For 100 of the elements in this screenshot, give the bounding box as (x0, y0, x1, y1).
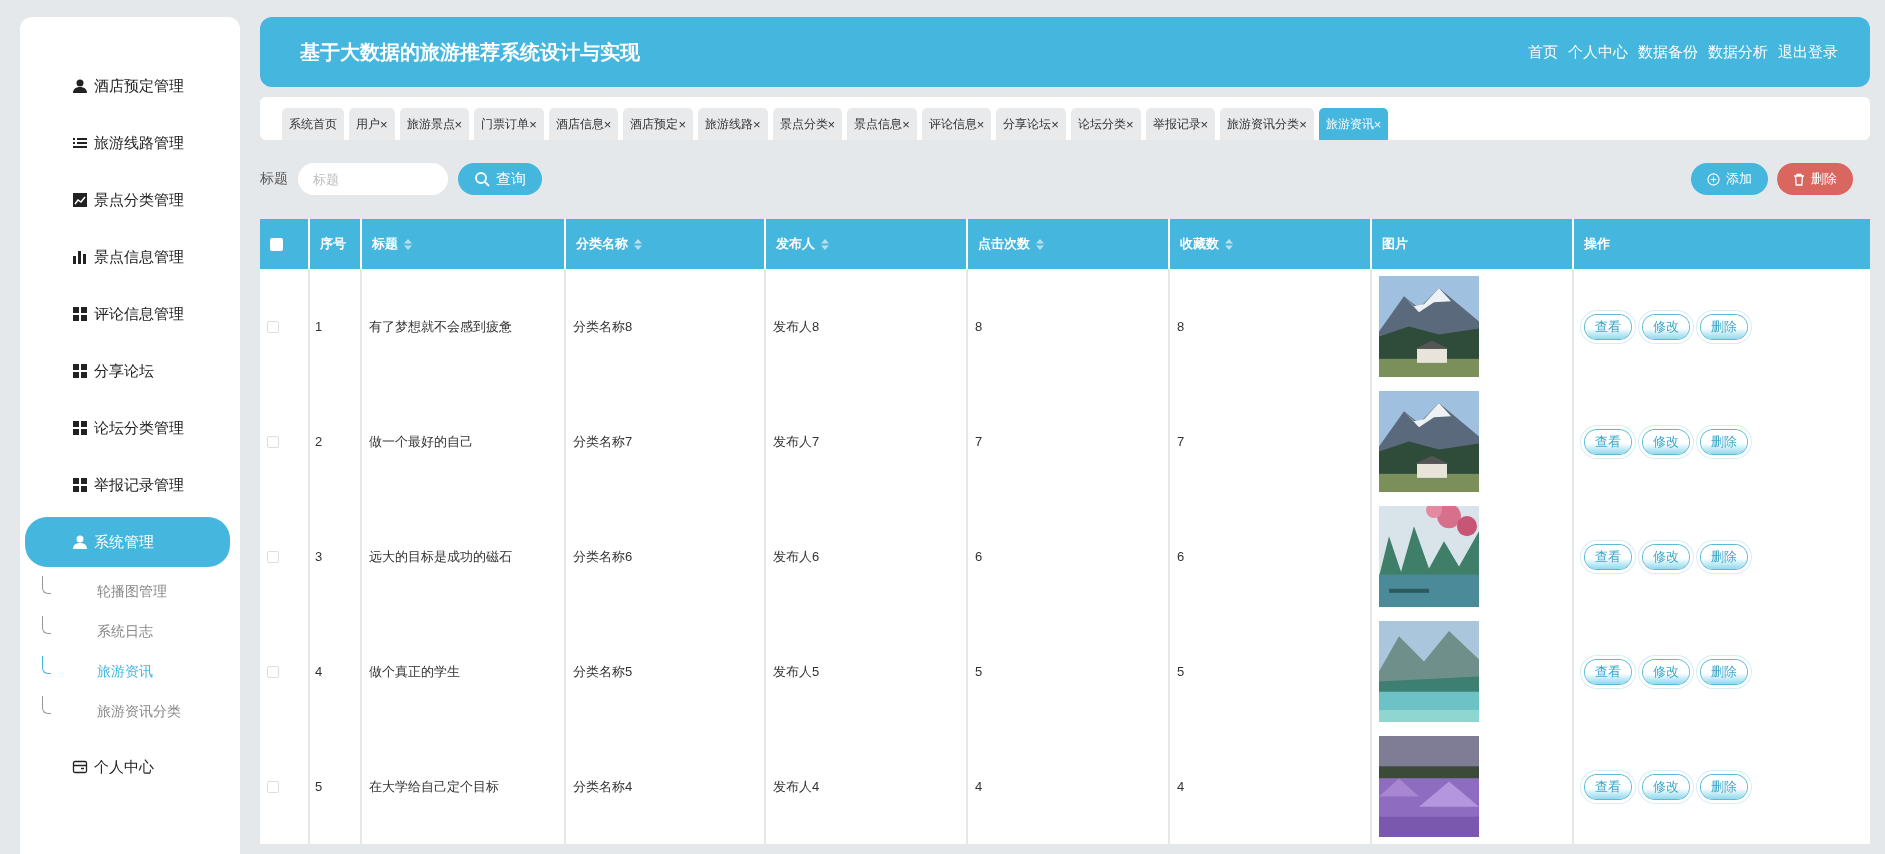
sidebar-item[interactable]: 个人中心 (25, 742, 230, 792)
table-cell: 1 (315, 319, 323, 334)
sidebar-item[interactable]: 酒店预定管理 (25, 61, 230, 111)
table-cell: 4 (1177, 779, 1185, 794)
close-icon[interactable]: × (1200, 116, 1209, 132)
tab[interactable]: 论坛分类× (1070, 108, 1141, 140)
close-icon[interactable]: × (902, 116, 910, 132)
table-cell: 发布人4 (773, 777, 820, 796)
trash-icon (1793, 172, 1805, 186)
tree-line (42, 656, 51, 674)
tab[interactable]: 景点分类× (772, 108, 843, 140)
select-all-checkbox[interactable] (270, 237, 283, 251)
sort-icon[interactable] (634, 238, 642, 250)
row-checkbox[interactable] (267, 435, 279, 448)
sidebar-item[interactable]: 景点信息管理 (25, 232, 230, 282)
tab[interactable]: 旅游线路× (697, 108, 768, 140)
sort-icon[interactable] (404, 238, 412, 250)
table-cell: 2 (315, 434, 323, 449)
person-icon (72, 534, 88, 550)
row-checkbox[interactable] (267, 550, 279, 563)
sidebar-subitem[interactable]: 轮播图管理 (97, 583, 167, 601)
tab[interactable]: 系统首页 (282, 108, 344, 140)
table-cell: 5 (1177, 664, 1185, 679)
grid-icon (72, 306, 88, 322)
search-field[interactable]: 标题 (298, 163, 448, 195)
line-chart-icon (72, 192, 88, 208)
close-icon[interactable]: × (380, 116, 388, 132)
table-cell: 做个真正的学生 (369, 662, 460, 681)
table-cell: 分类名称7 (573, 432, 633, 451)
sidebar-item[interactable]: 分享论坛 (25, 346, 230, 396)
table-cell: 发布人8 (773, 317, 820, 336)
search-label: 标题 (260, 170, 288, 188)
search-icon (474, 171, 490, 187)
table-cell: 发布人6 (773, 547, 820, 566)
table-cell: 6 (975, 549, 983, 564)
sort-icon[interactable] (1036, 238, 1044, 250)
close-icon[interactable]: × (529, 116, 537, 132)
sidebar-item[interactable]: 评论信息管理 (25, 289, 230, 339)
close-icon[interactable]: × (454, 116, 463, 132)
grid-icon (72, 420, 88, 436)
wallet-icon (72, 759, 88, 775)
tab[interactable]: 分享论坛× (996, 108, 1066, 140)
tab[interactable]: 旅游资讯分类× (1220, 108, 1314, 140)
table-cell: 4 (315, 664, 323, 679)
sidebar-item[interactable]: 论坛分类管理 (25, 403, 230, 453)
row-checkbox[interactable] (267, 665, 279, 678)
tab[interactable]: 旅游景点× (399, 108, 470, 140)
close-icon[interactable]: × (976, 116, 985, 132)
table-cell: 分类名称5 (573, 662, 633, 681)
column-header: 序号 (320, 235, 346, 253)
list-icon (72, 135, 88, 151)
person-icon (72, 78, 88, 94)
tab[interactable]: 评论信息× (921, 108, 992, 140)
sort-icon[interactable] (1225, 238, 1233, 250)
table-cell: 3 (315, 549, 323, 564)
bar-chart-icon (72, 249, 88, 265)
close-icon[interactable]: × (1125, 116, 1134, 132)
table-cell: 5 (975, 664, 983, 679)
table-cell: 有了梦想就不会感到疲惫 (369, 317, 512, 336)
table-cell: 分类名称8 (573, 317, 633, 336)
app-title: 基于大数据的旅游推荐系统设计与实现 (300, 39, 640, 65)
table-cell: 发布人5 (773, 662, 820, 681)
sidebar-subitem[interactable]: 系统日志 (97, 623, 153, 641)
close-icon[interactable]: × (678, 116, 686, 132)
close-icon[interactable]: × (752, 116, 761, 132)
row-checkbox[interactable] (267, 780, 279, 793)
table-cell: 分类名称4 (573, 777, 633, 796)
sidebar-item[interactable]: 举报记录管理 (25, 460, 230, 510)
tab[interactable]: 用户× (349, 108, 395, 140)
table-cell: 远大的目标是成功的磁石 (369, 547, 512, 566)
table-cell: 6 (1177, 549, 1185, 564)
tab[interactable]: 酒店信息× (548, 108, 619, 140)
table-cell: 8 (975, 319, 983, 334)
sidebar-subitem[interactable]: 旅游资讯分类 (97, 703, 181, 721)
close-icon[interactable]: × (1051, 116, 1059, 132)
column-header: 操作 (1584, 235, 1610, 253)
table-cell: 发布人7 (773, 432, 820, 451)
plus-icon (1707, 172, 1720, 186)
tree-line (42, 696, 51, 714)
tab[interactable]: 酒店预定× (623, 108, 693, 140)
sidebar-item[interactable]: 景点分类管理 (25, 175, 230, 225)
table-cell: 4 (975, 779, 983, 794)
sort-icon[interactable] (821, 238, 829, 250)
close-icon[interactable]: × (1299, 116, 1307, 132)
table-cell: 分类名称6 (573, 547, 633, 566)
tab[interactable]: 举报记录× (1145, 108, 1216, 140)
table-cell: 5 (315, 779, 323, 794)
grid-icon (72, 363, 88, 379)
close-icon[interactable]: × (827, 116, 836, 132)
table-cell: 7 (975, 434, 983, 449)
grid-icon (72, 477, 88, 493)
column-header: 图片 (1382, 235, 1408, 253)
sidebar-item[interactable]: 旅游线路管理 (25, 118, 230, 168)
tab[interactable]: 门票订单× (474, 108, 544, 140)
tree-line (42, 576, 51, 594)
close-icon[interactable]: × (603, 116, 612, 132)
table-cell: 做一个最好的自己 (369, 432, 473, 451)
tab[interactable]: 景点信息× (847, 108, 917, 140)
row-checkbox[interactable] (267, 320, 279, 333)
table-cell: 8 (1177, 319, 1185, 334)
